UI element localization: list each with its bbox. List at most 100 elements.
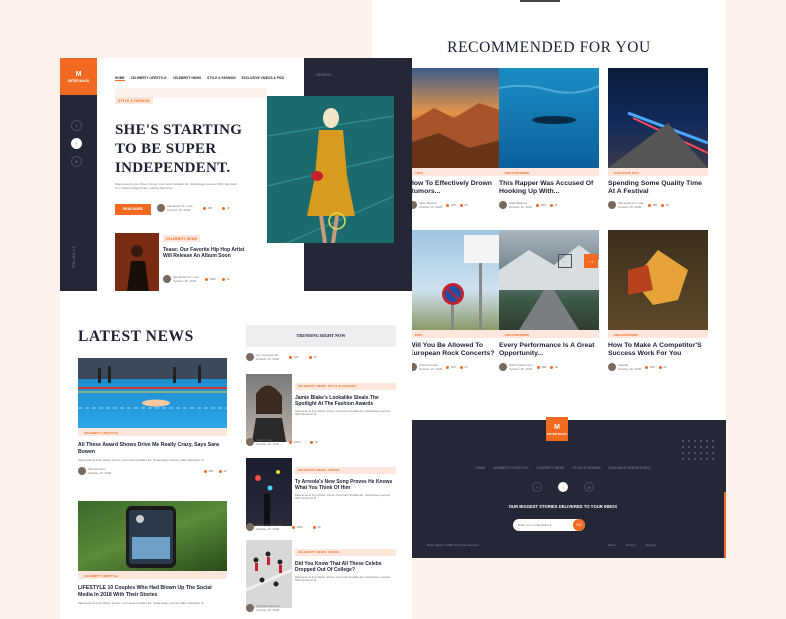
latest-news-item[interactable]: CELEBRITY LIFESTYLE All These Award Show… xyxy=(78,358,227,476)
dot-pattern xyxy=(680,438,716,462)
footer: M ENTER MAGS Home Celebrity Lifestyle Cel… xyxy=(400,417,726,558)
eye-icon xyxy=(446,203,450,207)
comment-icon xyxy=(661,203,665,207)
logo[interactable]: M ENTER MAGS xyxy=(60,58,97,95)
rec-card[interactable]: PICS Will You Be Allowed To European Roc… xyxy=(409,230,509,371)
eye-icon xyxy=(289,355,293,359)
twitter-icon[interactable]: t xyxy=(558,482,568,492)
rec-card[interactable]: ENCOUNTERING How To Make A Competitor'S … xyxy=(608,230,708,371)
trending-desc: Maecenas At Arcu Risus. Donec Commodo So… xyxy=(295,574,390,583)
rec-card[interactable]: EXCLUSIVE PICS Spending Some Quality Tim… xyxy=(608,68,708,209)
rec-card-image[interactable] xyxy=(608,68,708,168)
trending-item[interactable]: CELEBRITY NEWS, VIDEOS Did You Know That… xyxy=(246,540,396,610)
rec-card-tag[interactable]: PICS xyxy=(409,330,509,338)
hero-headline[interactable]: SHE'S STARTING TO BE SUPER INDEPENDENT. xyxy=(115,121,255,178)
hero-tag[interactable]: STYLE & FASHION xyxy=(115,97,153,104)
read-more-button[interactable]: READ MORE xyxy=(115,204,151,215)
rec-card-title[interactable]: Every Performance Is A Great Opportunity… xyxy=(499,342,599,360)
eye-icon xyxy=(289,440,293,444)
latest-news-desc: Maecenas At Arcu Risus. Donec Commodo So… xyxy=(78,458,205,463)
instagram-icon[interactable]: ◎ xyxy=(584,482,594,492)
rec-card-image[interactable] xyxy=(608,230,708,330)
next-arrow-icon[interactable]: → xyxy=(584,254,598,268)
trending-image[interactable] xyxy=(246,374,292,442)
rec-card[interactable]: ENCOUNTERING This Rapper Was Accused Of … xyxy=(499,68,599,209)
trending-image[interactable] xyxy=(246,540,292,608)
rec-card-title[interactable]: How To Make A Competitor'S Success Work … xyxy=(608,342,708,360)
rec-card-image[interactable] xyxy=(409,68,509,168)
trending-title-text[interactable]: Jamie Blake's Lookalike Steals The Spotl… xyxy=(295,395,396,408)
rec-card-image[interactable] xyxy=(409,230,509,330)
facebook-icon[interactable]: f xyxy=(71,120,82,131)
nav-celebrity-news[interactable]: CELEBRITY NEWS xyxy=(173,76,201,81)
trending-tag[interactable]: CELEBRITY NEWS, VIDEOS xyxy=(295,548,396,556)
nav-celebrity-lifestyle[interactable]: CELEBRITY LIFESTYLE xyxy=(131,76,167,81)
date: October 15, 2026 xyxy=(256,608,280,612)
nav-home[interactable]: HOME xyxy=(115,76,125,81)
footer-link[interactable]: Support xyxy=(645,543,656,547)
mini-card-title[interactable]: Tease: Our Favorite Hip Hop Artist Will … xyxy=(163,247,245,260)
latest-news-tag[interactable]: CELEBRITY LIFESTYLE xyxy=(78,428,227,436)
trending-tag[interactable]: CELEBRITY NEWS, STYLE & FASHION xyxy=(295,382,396,390)
instagram-icon[interactable]: ◎ xyxy=(71,156,82,167)
trending-title: TRENDING RIGHT NOW xyxy=(246,325,396,347)
nav-exclusive[interactable]: EXCLUSIVE VIDEOS & PICS xyxy=(242,76,285,81)
rec-card[interactable]: TECH How To Effectively Drown Rumors... … xyxy=(409,68,509,209)
subscribe-button[interactable]: GO xyxy=(573,519,585,531)
rec-card[interactable]: ENCOUNTERING Every Performance Is A Grea… xyxy=(499,230,599,371)
views: 1050 xyxy=(209,277,216,281)
trending-title-text[interactable]: Did You Know That All These Celebs Dropp… xyxy=(295,561,396,574)
rec-card-image[interactable] xyxy=(499,68,599,168)
comment-icon xyxy=(221,277,225,281)
footer-link[interactable]: Privacy xyxy=(626,543,636,547)
rec-card-title[interactable]: This Rapper Was Accused Of Hooking Up Wi… xyxy=(499,180,599,198)
rec-card-title[interactable]: Spending Some Quality Time At A Festival xyxy=(608,180,708,198)
nav-style-fashion[interactable]: STYLE & FASHION xyxy=(207,76,236,81)
latest-news-tag[interactable]: CELEBRITY LIFESTYLE xyxy=(78,571,227,579)
trending-item[interactable]: CELEBRITY NEWS, VIDEOS Ty Arreola's New … xyxy=(246,458,396,526)
views: 180 xyxy=(450,365,456,369)
rec-card-tag[interactable]: EXCLUSIVE PICS xyxy=(608,168,708,176)
latest-news-image[interactable] xyxy=(78,358,227,428)
footer-nav-item[interactable]: Celebrity News xyxy=(536,466,564,470)
footer-nav-item[interactable]: Exclusive Videos & Pics xyxy=(608,466,650,470)
twitter-icon[interactable]: t xyxy=(71,138,82,149)
views: 1050 xyxy=(293,440,301,444)
latest-news-image[interactable] xyxy=(78,501,227,571)
mini-card-tag[interactable]: CELEBRITY NEWS xyxy=(163,235,201,242)
email-input[interactable] xyxy=(518,521,568,529)
latest-news-title-text[interactable]: LIFESTYLE 10 Couples Who Had Blown Up Th… xyxy=(78,585,227,598)
footer-nav-item[interactable]: Celebrity Lifestyle xyxy=(493,466,528,470)
footer-nav-item[interactable]: Style & Fashion xyxy=(572,466,600,470)
main-nav: HOME CELEBRITY LIFESTYLE CELEBRITY NEWS … xyxy=(115,76,284,81)
rec-card-tag[interactable]: ENCOUNTERING xyxy=(499,330,599,338)
footer-nav-item[interactable]: Home xyxy=(475,466,485,470)
prev-arrow-icon[interactable]: ← xyxy=(558,254,572,268)
mini-card-image[interactable] xyxy=(115,233,159,291)
footer-link[interactable]: Terms xyxy=(607,543,615,547)
rec-card-tag[interactable]: ENCOUNTERING xyxy=(499,168,599,176)
date: October 15, 2026 xyxy=(256,442,280,446)
trending-tag[interactable]: CELEBRITY NEWS, VIDEOS xyxy=(295,466,396,474)
footer-links: Terms Privacy Support xyxy=(607,543,656,547)
rec-card-image[interactable] xyxy=(499,230,599,330)
featured-mini-card[interactable]: CELEBRITY NEWS Tease: Our Favorite Hip H… xyxy=(115,233,265,291)
latest-news-title-text[interactable]: All These Award Shows Drive Me Really Cr… xyxy=(78,442,227,455)
latest-news-item[interactable]: CELEBRITY LIFESTYLE LIFESTYLE 10 Couples… xyxy=(78,501,227,605)
comments: 26 xyxy=(663,365,667,369)
rec-card-tag[interactable]: ENCOUNTERING xyxy=(608,330,708,338)
hero-image[interactable] xyxy=(267,96,394,243)
comment-icon xyxy=(310,440,314,444)
trending-title-text[interactable]: Ty Arreola's New Song Proves He Knows Wh… xyxy=(295,479,396,492)
comments: 26 xyxy=(314,440,319,444)
latest-news-desc: Maecenas At Arcu Risus. Donec Commodo So… xyxy=(78,601,205,606)
avatar xyxy=(246,353,254,361)
footer-logo[interactable]: M ENTER MAGS xyxy=(546,417,568,441)
trending-image[interactable] xyxy=(246,458,292,526)
comments: 26 xyxy=(223,469,227,474)
rec-card-tag[interactable]: TECH xyxy=(409,168,509,176)
rec-card-title[interactable]: Will You Be Allowed To European Rock Con… xyxy=(409,342,509,360)
facebook-icon[interactable]: f xyxy=(532,482,542,492)
rec-card-title[interactable]: How To Effectively Drown Rumors... xyxy=(409,180,509,198)
search-bar[interactable]: ⌕ SEARCH... xyxy=(314,73,334,77)
